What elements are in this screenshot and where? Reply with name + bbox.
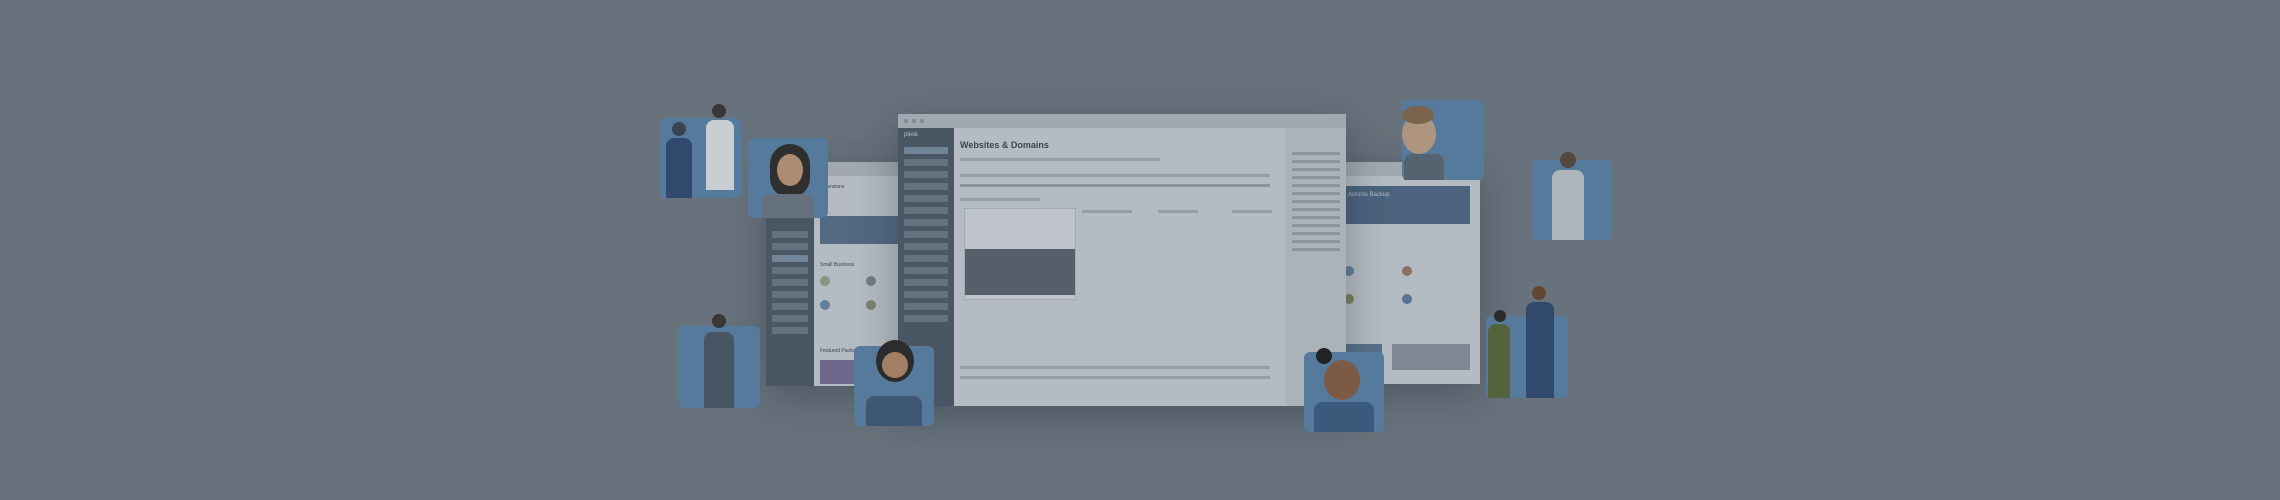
sidebar-item[interactable] (904, 279, 948, 286)
section-devtools[interactable] (1158, 210, 1198, 213)
sidebar-item[interactable] (904, 219, 948, 226)
sidebar-item[interactable] (772, 315, 808, 322)
tabs-row[interactable] (960, 198, 1040, 201)
sidebar-item[interactable] (904, 315, 948, 322)
websites-domains-window: plesk Websites & Domains (898, 114, 1346, 406)
sidebar-item[interactable] (904, 231, 948, 238)
sidebar-item[interactable] (772, 231, 808, 238)
table-header (960, 174, 1270, 177)
table-row[interactable] (960, 366, 1270, 369)
sidebar-item[interactable] (904, 207, 948, 214)
sidebar-item[interactable] (772, 327, 808, 334)
sidebar-item[interactable] (904, 255, 948, 262)
page-title: Websites & Domains (960, 140, 1049, 150)
promo-card[interactable] (1392, 344, 1470, 370)
section-security[interactable] (1232, 210, 1272, 213)
preview-panel (964, 208, 1076, 300)
sidebar-item[interactable] (904, 171, 948, 178)
extension-icon[interactable] (820, 300, 830, 310)
avatar-headset-agent (1402, 100, 1484, 180)
avatar-presenter (1532, 152, 1612, 240)
sidebar-item[interactable] (772, 279, 808, 286)
acronis-banner[interactable]: Acronis Backup (1342, 186, 1470, 224)
site-preview-image[interactable] (965, 249, 1075, 295)
sidebar-item[interactable] (904, 243, 948, 250)
sidebar-item[interactable] (904, 267, 948, 274)
main-content: Websites & Domains (954, 128, 1346, 406)
table-row[interactable] (960, 184, 1270, 187)
maximize-icon[interactable] (920, 119, 924, 123)
page-description (960, 158, 1160, 161)
sidebar-item[interactable] (904, 291, 948, 298)
avatar-woman-bun (1304, 348, 1384, 432)
table-row[interactable] (960, 376, 1270, 379)
avatar-woman (748, 138, 828, 218)
sidebar-item[interactable] (772, 291, 808, 298)
close-icon[interactable] (904, 119, 908, 123)
extension-icon[interactable] (820, 276, 830, 286)
sidebar-item[interactable] (904, 195, 948, 202)
window-titlebar (898, 114, 1346, 128)
avatar-couple (660, 104, 742, 198)
sidebar-item[interactable] (772, 243, 808, 250)
banner-title: Acronis Backup (1348, 192, 1390, 198)
wordpress-banner[interactable] (820, 216, 910, 244)
sidebar-item[interactable] (772, 303, 808, 310)
sidebar-item[interactable] (772, 267, 808, 274)
avatar-man-backpack (678, 314, 760, 408)
applications-window: Acronis Backup (1326, 162, 1480, 384)
avatar-duo-laptop (1486, 286, 1568, 398)
sidebar-item[interactable] (904, 159, 948, 166)
app-icon[interactable] (1402, 294, 1412, 304)
extension-icon[interactable] (866, 276, 876, 286)
sidebar-item-active[interactable] (904, 147, 948, 154)
section-files[interactable] (1082, 210, 1132, 213)
sidebar-item-active[interactable] (772, 255, 808, 262)
minimize-icon[interactable] (912, 119, 916, 123)
extension-icon[interactable] (866, 300, 876, 310)
app-icon[interactable] (1402, 266, 1412, 276)
avatar-bearded-man (854, 340, 934, 426)
brand-logo[interactable]: plesk (898, 128, 954, 142)
sidebar-item[interactable] (904, 303, 948, 310)
section-title: Small Business (820, 262, 855, 268)
sidebar-item[interactable] (904, 183, 948, 190)
